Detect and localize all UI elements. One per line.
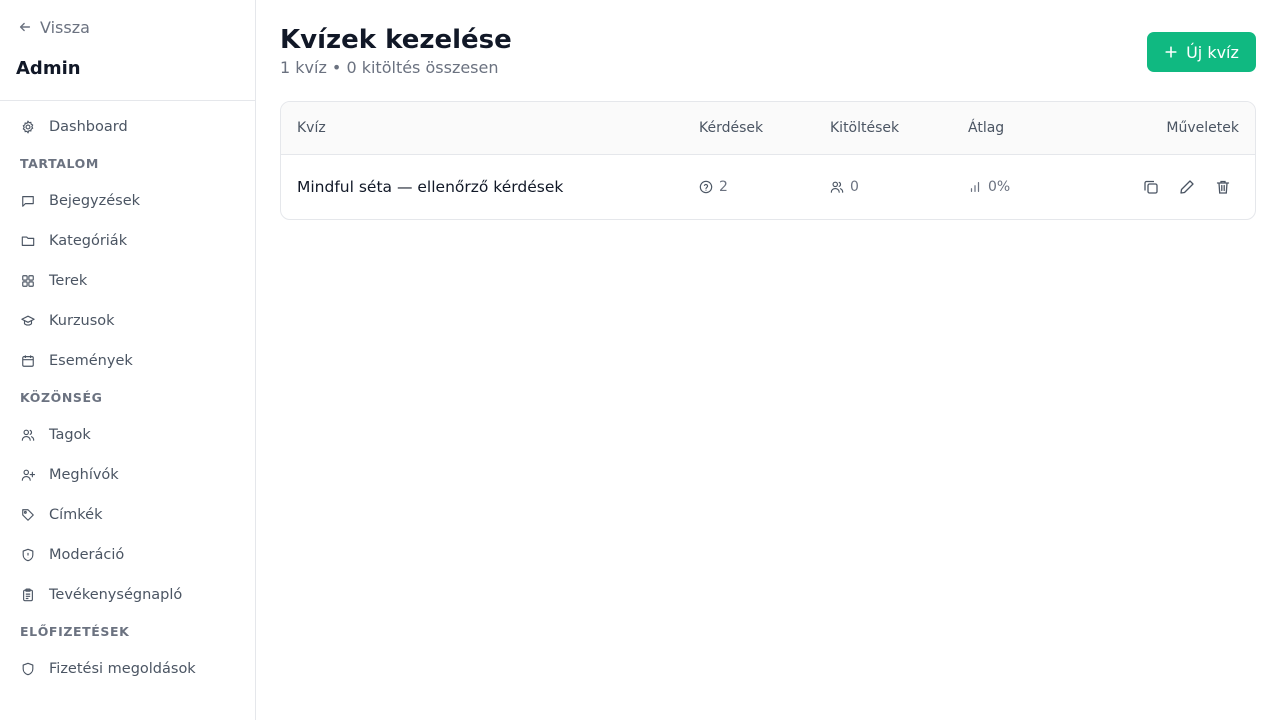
trash-icon [1216, 180, 1230, 194]
column-header-quiz: Kvíz [297, 120, 326, 136]
sidebar-item-label: Események [49, 353, 133, 369]
average-value: 0% [988, 179, 1011, 195]
plus-icon [1165, 46, 1177, 58]
sidebar-item-invites[interactable]: Meghívók [0, 464, 255, 486]
column-header-actions: Műveletek [1166, 120, 1239, 136]
average-score: 0% [968, 179, 1068, 195]
clipboard-list-icon [23, 588, 33, 602]
page-title: Kvízek kezelése [280, 25, 512, 55]
section-audience-heading: KÖZÖNSÉG [20, 390, 103, 405]
sidebar-item-categories[interactable]: Kategóriák [0, 230, 255, 252]
completions-value: 0 [850, 179, 859, 195]
column-header-completions: Kitöltések [830, 120, 900, 136]
admin-app: Vissza Admin Dashboard TARTALOM Bejegyzé… [0, 0, 1280, 720]
back-label: Vissza [40, 17, 90, 37]
sidebar-item-tags[interactable]: Címkék [0, 504, 255, 526]
section-content-heading: TARTALOM [20, 156, 99, 171]
sidebar-item-spaces[interactable]: Terek [0, 270, 255, 292]
column-header-questions: Kérdések [699, 120, 764, 136]
bar-chart-icon [970, 182, 980, 192]
user-plus-icon [21, 469, 35, 481]
shield-icon [22, 662, 34, 676]
section-subscriptions-heading: ELŐFIZETÉSEK [20, 624, 130, 639]
calendar-icon [22, 355, 34, 367]
edit-button[interactable] [1179, 179, 1195, 195]
users-icon [830, 181, 844, 193]
column-header-average: Átlag [968, 120, 1005, 136]
sidebar-item-label: Terek [49, 273, 88, 289]
sidebar-item-label: Fizetési megoldások [49, 661, 196, 677]
row-actions [1068, 179, 1255, 195]
folder-icon [21, 236, 35, 246]
arrow-left-icon [19, 22, 31, 32]
sidebar: Vissza Admin Dashboard TARTALOM Bejegyzé… [0, 0, 256, 720]
sidebar-item-label: Moderáció [49, 547, 125, 563]
sidebar-item-moderation[interactable]: Moderáció [0, 544, 255, 566]
quiz-table: Kvíz Kérdések Kitöltések Átlag Műveletek… [280, 101, 1256, 220]
gear-icon [22, 120, 34, 134]
sidebar-item-posts[interactable]: Bejegyzések [0, 190, 255, 212]
shield-icon [22, 548, 34, 562]
pencil-icon [1180, 180, 1194, 194]
help-circle-icon [699, 180, 713, 194]
main-content: Kvízek kezelése 1 kvíz • 0 kitöltés össz… [256, 0, 1280, 720]
new-quiz-button[interactable]: Új kvíz [1147, 32, 1256, 72]
sidebar-item-label: Tagok [49, 427, 91, 443]
sidebar-title: Admin [16, 58, 81, 79]
sidebar-item-dashboard[interactable]: Dashboard [0, 116, 255, 138]
sidebar-header: Vissza Admin [0, 0, 255, 101]
back-link[interactable]: Vissza [16, 16, 239, 38]
grid-icon [22, 275, 34, 287]
sidebar-item-members[interactable]: Tagok [0, 424, 255, 446]
delete-button[interactable] [1215, 179, 1231, 195]
table-row: Mindful séta — ellenőrző kérdések 2 0 0% [281, 155, 1255, 219]
sidebar-item-label: Tevékenységnapló [49, 587, 183, 603]
message-square-icon [22, 196, 34, 207]
graduation-cap-icon [21, 315, 35, 326]
sidebar-item-activity-log[interactable]: Tevékenységnapló [0, 584, 255, 606]
questions-value: 2 [719, 179, 728, 195]
sidebar-item-label: Címkék [49, 507, 103, 523]
page-subtitle: 1 kvíz • 0 kitöltés összesen [280, 58, 499, 77]
completions-count: 0 [830, 179, 968, 195]
sidebar-item-label: Dashboard [49, 119, 128, 135]
table-header: Kvíz Kérdések Kitöltések Átlag Műveletek [281, 102, 1255, 155]
tag-icon [22, 509, 34, 521]
sidebar-item-courses[interactable]: Kurzusok [0, 310, 255, 332]
sidebar-item-label: Meghívók [49, 467, 119, 483]
copy-icon [1144, 180, 1158, 194]
sidebar-nav: Dashboard TARTALOM Bejegyzések Kategóriá… [0, 101, 255, 680]
questions-count: 2 [699, 179, 830, 195]
sidebar-item-label: Bejegyzések [49, 193, 141, 209]
sidebar-item-label: Kurzusok [49, 313, 115, 329]
quiz-name[interactable]: Mindful séta — ellenőrző kérdések [281, 178, 699, 196]
new-quiz-label: Új kvíz [1186, 42, 1239, 62]
sidebar-item-label: Kategóriák [49, 233, 128, 249]
sidebar-item-payment-solutions[interactable]: Fizetési megoldások [0, 658, 255, 680]
duplicate-button[interactable] [1143, 179, 1159, 195]
users-icon [21, 429, 35, 441]
sidebar-item-events[interactable]: Események [0, 350, 255, 372]
